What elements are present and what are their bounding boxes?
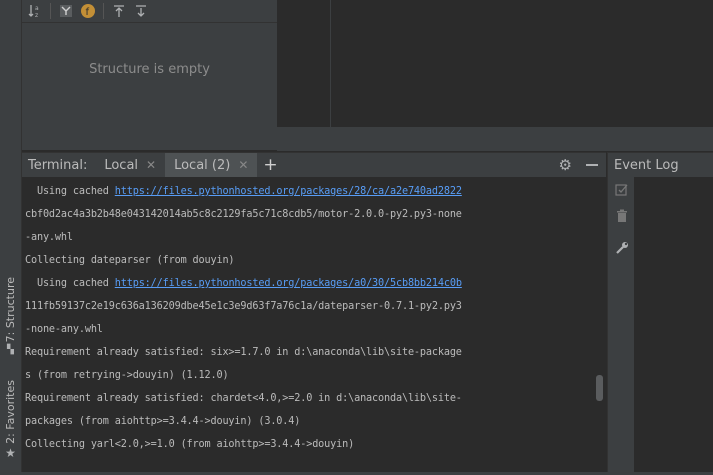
terminal-line: packages (from aiohttp>=3.4.4->douyin) (… (25, 416, 301, 427)
terminal-line: Requirement already satisfied: six>=1.7.… (25, 347, 462, 358)
tab-structure[interactable]: 7: Structure ▚ (2, 277, 19, 355)
terminal-output[interactable]: Using cached https://files.pythonhosted.… (22, 177, 606, 475)
package-link[interactable]: https://files.pythonhosted.org/packages/… (115, 186, 462, 197)
tab-local-label: Local (104, 157, 139, 173)
structure-panel: az f Structure is empty (22, 0, 277, 150)
terminal-line: s (from retrying->douyin) (1.12.0) (25, 370, 229, 381)
tab-local[interactable]: Local ✕ (95, 153, 165, 177)
terminal-header: Terminal: Local ✕ Local (2) ✕ + ⚙ (22, 152, 606, 177)
structure-toolbar: az f (22, 0, 277, 23)
field-f-icon[interactable]: f (79, 2, 97, 20)
gear-icon[interactable]: ⚙ (559, 156, 572, 174)
terminal-line: Collecting dateparser (from douyin) (25, 255, 235, 266)
toolbar-divider (50, 3, 51, 19)
expand-all-icon[interactable] (110, 2, 128, 20)
event-log-toolbar (607, 177, 635, 475)
close-icon[interactable]: ✕ (238, 158, 248, 172)
terminal-line: Using cached https://files.pythonhosted.… (25, 186, 462, 197)
wrench-icon[interactable] (614, 241, 630, 257)
package-link[interactable]: https://files.pythonhosted.org/packages/… (115, 278, 462, 289)
terminal-line: -any.whl (25, 232, 73, 243)
tab-structure-label: 7: Structure (4, 277, 17, 343)
tab-favorites[interactable]: 2: Favorites ★ (2, 380, 19, 462)
editor-bottom-bar (277, 127, 713, 151)
event-log-header: Event Log (607, 152, 713, 177)
star-icon: ★ (5, 445, 16, 460)
terminal-scrollbar[interactable] (596, 375, 603, 401)
close-icon[interactable]: ✕ (146, 158, 156, 172)
add-tab-button[interactable]: + (263, 155, 277, 175)
filter-icon[interactable] (57, 2, 75, 20)
tab-local-2-label: Local (2) (174, 157, 231, 173)
toolbar-divider-2 (103, 3, 104, 19)
terminal-line: -none-any.whl (25, 324, 103, 335)
collapse-all-icon[interactable] (132, 2, 150, 20)
tab-local-2[interactable]: Local (2) ✕ (165, 153, 258, 177)
terminal-title: Terminal: (28, 157, 88, 173)
trash-icon[interactable] (614, 209, 630, 225)
terminal-line: Using cached https://files.pythonhosted.… (25, 278, 462, 289)
svg-text:a: a (35, 5, 39, 12)
minimize-icon[interactable] (586, 164, 598, 166)
mark-read-icon[interactable] (614, 183, 630, 199)
svg-text:f: f (86, 7, 90, 18)
sort-alpha-icon[interactable]: az (26, 2, 44, 20)
terminal-line: Requirement already satisfied: chardet<4… (25, 393, 462, 404)
tab-favorites-label: 2: Favorites (4, 380, 17, 444)
terminal-line: 111fb59137c2e19c636a136209dbe45e1c3e9d63… (25, 301, 462, 312)
structure-icon: ▚ (7, 345, 14, 356)
event-log-content[interactable] (634, 177, 713, 475)
terminal-line: Collecting yarl<2.0,>=1.0 (from aiohttp>… (25, 439, 355, 450)
event-log-title[interactable]: Event Log (614, 158, 679, 173)
editor-area[interactable] (330, 0, 713, 127)
terminal-line: cbf0d2ac4a3b2b48e043142014ab5c8c2129fa5c… (25, 209, 462, 220)
svg-text:z: z (35, 12, 38, 18)
structure-empty-message: Structure is empty (89, 62, 210, 77)
left-tool-strip: 7: Structure ▚ 2: Favorites ★ (0, 0, 22, 475)
